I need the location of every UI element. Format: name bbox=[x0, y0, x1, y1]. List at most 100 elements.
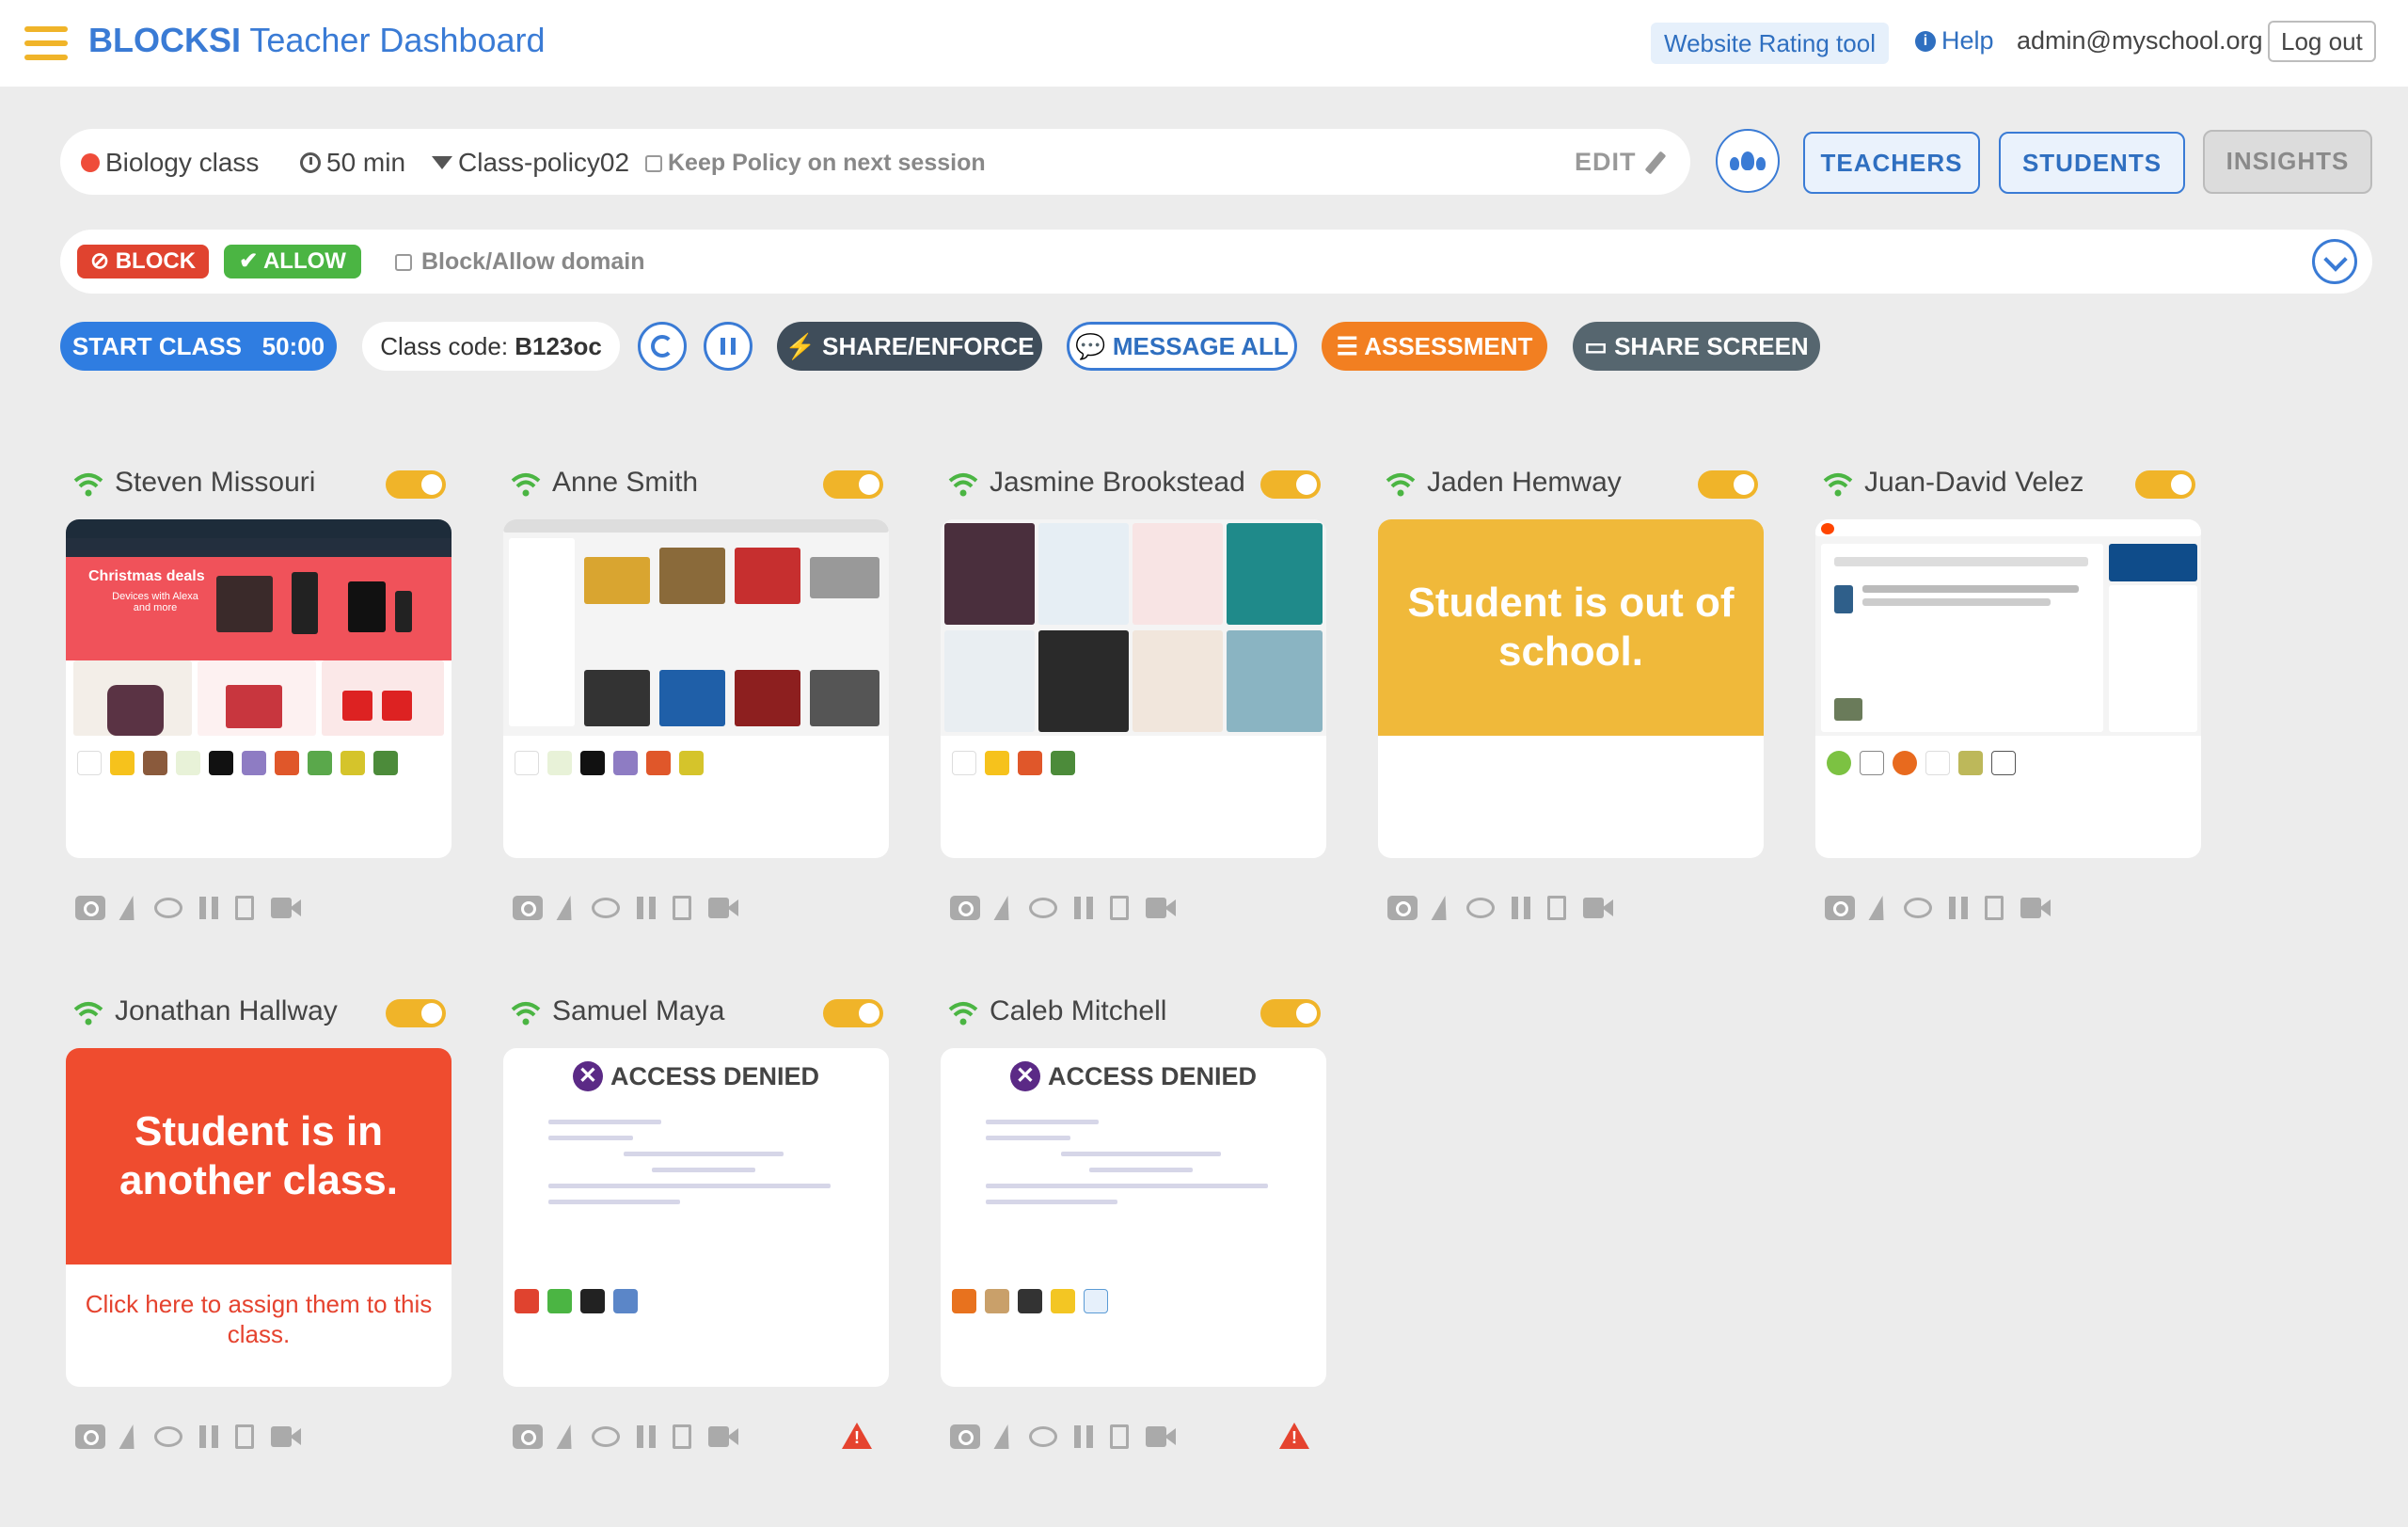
chat-icon[interactable] bbox=[1029, 1426, 1057, 1447]
chat-icon[interactable] bbox=[592, 898, 620, 918]
screen-preview[interactable] bbox=[1815, 519, 2201, 858]
screen-preview[interactable]: ✕ ACCESS DENIED bbox=[941, 1048, 1326, 1387]
document-icon[interactable] bbox=[1110, 896, 1129, 920]
browser-thumbnail[interactable] bbox=[503, 519, 889, 736]
checkbox-icon[interactable] bbox=[645, 154, 662, 172]
share-screen-button[interactable]: ▭ SHARE SCREEN bbox=[1573, 322, 1820, 371]
pause-icon[interactable] bbox=[199, 1425, 218, 1448]
browser-thumbnail[interactable] bbox=[941, 519, 1326, 736]
student-card[interactable]: Jonathan Hallway Student is in another c… bbox=[62, 990, 457, 1498]
tab-teachers[interactable]: TEACHERS bbox=[1803, 132, 1980, 194]
camera-icon[interactable] bbox=[950, 896, 980, 920]
camera-icon[interactable] bbox=[950, 1424, 980, 1449]
groups-button[interactable] bbox=[1716, 129, 1780, 193]
student-toggle[interactable] bbox=[386, 999, 446, 1027]
share-enforce-button[interactable]: ⚡ SHARE/ENFORCE bbox=[777, 322, 1042, 371]
logout-button[interactable]: Log out bbox=[2268, 21, 2376, 62]
pause-icon[interactable] bbox=[1074, 1425, 1093, 1448]
checkbox-icon[interactable] bbox=[395, 253, 412, 271]
allow-button[interactable]: ✔ ALLOW bbox=[224, 245, 361, 278]
pause-icon[interactable] bbox=[1949, 897, 1968, 919]
camera-icon[interactable] bbox=[513, 896, 543, 920]
student-card[interactable]: Samuel Maya ✕ ACCESS DENIED bbox=[499, 990, 895, 1498]
document-icon[interactable] bbox=[1985, 896, 2004, 920]
student-toggle[interactable] bbox=[823, 999, 883, 1027]
warning-icon[interactable] bbox=[1279, 1423, 1309, 1449]
video-icon[interactable] bbox=[1146, 898, 1176, 918]
camera-icon[interactable] bbox=[75, 896, 105, 920]
video-icon[interactable] bbox=[708, 898, 738, 918]
video-icon[interactable] bbox=[271, 898, 301, 918]
bolt-icon[interactable] bbox=[556, 896, 578, 920]
document-icon[interactable] bbox=[1110, 1424, 1129, 1449]
screen-preview[interactable]: Christmas deals Devices with Alexa and m… bbox=[66, 519, 452, 858]
student-toggle[interactable] bbox=[1698, 470, 1758, 499]
student-card[interactable]: Steven Missouri Christmas deals Devices … bbox=[62, 461, 457, 969]
help-link[interactable]: i Help bbox=[1915, 26, 1994, 56]
assign-to-class-link[interactable]: Click here to assign them to this class. bbox=[66, 1289, 452, 1349]
chat-icon[interactable] bbox=[1466, 898, 1495, 918]
chat-icon[interactable] bbox=[154, 898, 182, 918]
hamburger-menu-icon[interactable] bbox=[24, 26, 68, 60]
start-class-button[interactable]: START CLASS 50:00 bbox=[60, 322, 337, 371]
video-icon[interactable] bbox=[1583, 898, 1613, 918]
student-toggle[interactable] bbox=[2135, 470, 2195, 499]
camera-icon[interactable] bbox=[1387, 896, 1418, 920]
camera-icon[interactable] bbox=[513, 1424, 543, 1449]
document-icon[interactable] bbox=[1547, 896, 1566, 920]
tab-students[interactable]: STUDENTS bbox=[1999, 132, 2185, 194]
document-icon[interactable] bbox=[235, 896, 254, 920]
student-toggle[interactable] bbox=[1260, 999, 1321, 1027]
student-card[interactable]: Juan-David Velez bbox=[1812, 461, 2207, 969]
student-card[interactable]: Caleb Mitchell ✕ ACCESS DENIED bbox=[937, 990, 1332, 1498]
screen-preview[interactable] bbox=[503, 519, 889, 858]
screen-preview[interactable] bbox=[941, 519, 1326, 858]
pause-icon[interactable] bbox=[637, 897, 656, 919]
refresh-button[interactable] bbox=[638, 322, 687, 371]
class-name[interactable]: Biology class bbox=[81, 148, 259, 178]
chat-icon[interactable] bbox=[1029, 898, 1057, 918]
website-rating-tool-button[interactable]: Website Rating tool bbox=[1651, 23, 1889, 64]
student-card[interactable]: Jaden Hemway Student is out of school. bbox=[1374, 461, 1769, 969]
video-icon[interactable] bbox=[1146, 1426, 1176, 1447]
bolt-icon[interactable] bbox=[993, 896, 1016, 920]
document-icon[interactable] bbox=[235, 1424, 254, 1449]
video-icon[interactable] bbox=[708, 1426, 738, 1447]
video-icon[interactable] bbox=[2020, 898, 2051, 918]
block-allow-domain-checkbox[interactable]: Block/Allow domain bbox=[395, 248, 645, 276]
video-icon[interactable] bbox=[271, 1426, 301, 1447]
student-toggle[interactable] bbox=[1260, 470, 1321, 499]
pause-icon[interactable] bbox=[199, 897, 218, 919]
message-all-button[interactable]: 💬 MESSAGE ALL bbox=[1067, 322, 1297, 371]
camera-icon[interactable] bbox=[1825, 896, 1855, 920]
student-card[interactable]: Anne Smith bbox=[499, 461, 895, 969]
bolt-icon[interactable] bbox=[119, 896, 141, 920]
edit-class-button[interactable]: EDIT bbox=[1575, 148, 1666, 177]
keep-policy-checkbox[interactable]: Keep Policy on next session bbox=[645, 150, 986, 177]
warning-icon[interactable] bbox=[842, 1423, 872, 1449]
screen-preview[interactable]: ✕ ACCESS DENIED bbox=[503, 1048, 889, 1387]
bolt-icon[interactable] bbox=[1868, 896, 1891, 920]
document-icon[interactable] bbox=[673, 1424, 691, 1449]
camera-icon[interactable] bbox=[75, 1424, 105, 1449]
chat-icon[interactable] bbox=[1904, 898, 1932, 918]
pause-icon[interactable] bbox=[637, 1425, 656, 1448]
class-policy[interactable]: Class-policy02 bbox=[432, 148, 629, 178]
bolt-icon[interactable] bbox=[119, 1424, 141, 1449]
tab-insights[interactable]: INSIGHTS bbox=[2203, 130, 2372, 194]
bolt-icon[interactable] bbox=[556, 1424, 578, 1449]
chat-icon[interactable] bbox=[592, 1426, 620, 1447]
bolt-icon[interactable] bbox=[1431, 896, 1453, 920]
student-card[interactable]: Jasmine Brookstead bbox=[937, 461, 1332, 969]
pause-all-button[interactable] bbox=[704, 322, 752, 371]
block-button[interactable]: ⊘ BLOCK bbox=[77, 245, 209, 278]
assessment-button[interactable]: ☰ ASSESSMENT bbox=[1322, 322, 1547, 371]
chevron-down-icon[interactable] bbox=[2312, 239, 2357, 284]
student-toggle[interactable] bbox=[823, 470, 883, 499]
pause-icon[interactable] bbox=[1074, 897, 1093, 919]
document-icon[interactable] bbox=[673, 896, 691, 920]
browser-thumbnail[interactable]: Christmas deals Devices with Alexa and m… bbox=[66, 519, 452, 736]
chat-icon[interactable] bbox=[154, 1426, 182, 1447]
bolt-icon[interactable] bbox=[993, 1424, 1016, 1449]
pause-icon[interactable] bbox=[1512, 897, 1530, 919]
